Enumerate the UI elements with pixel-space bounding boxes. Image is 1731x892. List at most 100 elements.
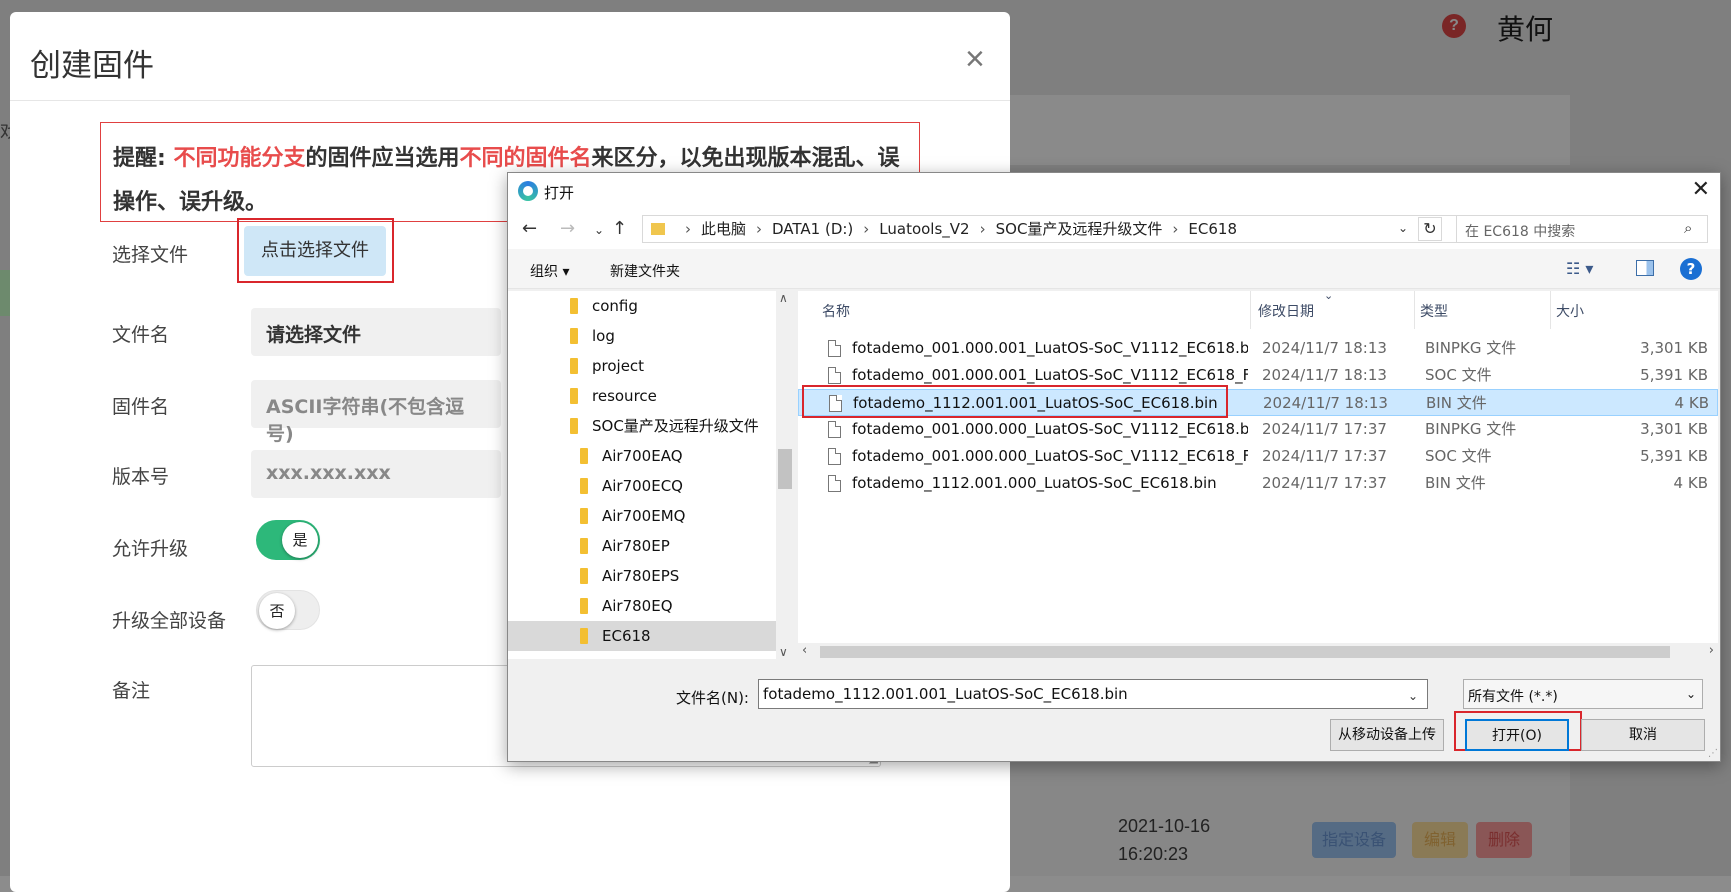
breadcrumb-item[interactable]: Luatools_V2 — [879, 220, 969, 238]
nav-tree-label: log — [592, 327, 615, 345]
view-options-icon[interactable]: ☷ ▾ — [1566, 259, 1593, 278]
nav-tree-item[interactable]: EC618 — [508, 621, 776, 651]
allow-upgrade-toggle[interactable]: 是 — [256, 520, 320, 560]
breadcrumb-item[interactable]: EC618 — [1188, 220, 1237, 238]
nav-tree-item[interactable]: Air780EPS — [508, 561, 679, 591]
forward-arrow-icon[interactable]: → — [560, 218, 575, 239]
column-size-header[interactable]: 大小 — [1556, 301, 1584, 321]
nav-tree-label: Air780EP — [602, 537, 670, 555]
help-icon[interactable]: ? — [1442, 14, 1466, 38]
chevron-down-icon[interactable]: ⌄ — [594, 223, 604, 237]
file-type: BINPKG 文件 — [1425, 339, 1517, 357]
folder-icon — [570, 388, 578, 404]
folder-icon — [580, 628, 588, 644]
search-icon[interactable]: ⌕ — [1684, 219, 1714, 237]
address-bar[interactable]: › 此电脑 › DATA1 (D:) › Luatools_V2 › SOC量产及远程升级文件… — [642, 215, 1548, 243]
file-date: 2024/11/7 17:37 — [1262, 447, 1387, 465]
organize-menu[interactable]: 组织 ▾ — [530, 261, 569, 281]
nav-tree-item[interactable]: project — [508, 351, 644, 381]
upload-from-device-button[interactable]: 从移动设备上传 — [1330, 719, 1444, 751]
close-icon[interactable]: × — [965, 42, 985, 76]
file-icon — [828, 448, 841, 465]
filename-input[interactable]: fotademo_1112.001.001_LuatOS-SoC_EC618.b… — [758, 679, 1428, 709]
nav-tree-item[interactable]: Air700EMQ — [508, 501, 685, 531]
help-icon[interactable]: ? — [1680, 258, 1702, 280]
breadcrumb-item[interactable]: DATA1 (D:) — [772, 220, 853, 238]
dialog-toolbar: 组织 ▾ 新建文件夹 ☷ ▾ ? — [508, 249, 1720, 289]
column-type-header[interactable]: 类型 — [1420, 301, 1448, 321]
file-name-field[interactable]: 请选择文件 — [251, 308, 501, 356]
nav-tree-item[interactable]: Air700ECQ — [508, 471, 683, 501]
column-name-header[interactable]: 名称 — [822, 301, 850, 321]
column-date-header[interactable]: 修改日期 — [1258, 301, 1314, 321]
up-arrow-icon[interactable]: ↑ — [612, 218, 627, 239]
close-icon[interactable]: ✕ — [1692, 177, 1710, 202]
refresh-icon[interactable]: ↻ — [1418, 217, 1442, 241]
upgrade-all-toggle[interactable]: 否 — [256, 590, 320, 630]
scrollbar-thumb[interactable] — [820, 646, 1670, 658]
file-row[interactable]: fotademo_001.000.001_LuatOS-SoC_V1112_EC… — [798, 335, 1718, 362]
firmware-name-label: 固件名 — [112, 396, 170, 418]
back-arrow-icon[interactable]: ← — [522, 218, 537, 239]
file-row[interactable]: fotademo_001.000.000_LuatOS-SoC_V1112_EC… — [798, 443, 1718, 470]
resize-grip-icon[interactable]: ⋰ — [1708, 748, 1718, 759]
file-date: 2024/11/7 18:13 — [1262, 339, 1387, 357]
chevron-down-icon[interactable]: ⌄ — [1408, 689, 1418, 703]
address-dropdown-icon[interactable]: ⌄ — [1398, 221, 1408, 235]
open-button[interactable]: 打开(O) — [1465, 719, 1569, 751]
nav-tree-item[interactable]: log — [508, 321, 615, 351]
version-input[interactable]: xxx.xxx.xxx — [251, 450, 501, 498]
row-date: 2021-10-16 16:20:23 — [1118, 816, 1211, 864]
file-size: 3,301 KB — [1640, 420, 1708, 438]
file-row[interactable]: fotademo_1112.001.000_LuatOS-SoC_EC618.b… — [798, 470, 1718, 497]
new-folder-button[interactable]: 新建文件夹 — [610, 261, 680, 281]
file-name: fotademo_001.000.000_LuatOS-SoC_V1112_EC… — [852, 447, 1248, 465]
allow-upgrade-label: 允许升级 — [112, 538, 189, 560]
preview-pane-icon[interactable] — [1636, 260, 1654, 276]
breadcrumb-item[interactable]: SOC量产及远程升级文件 — [996, 220, 1163, 238]
search-input[interactable]: 在 EC618 中搜索 — [1456, 215, 1708, 243]
navigation-pane: config log project resource SOC量产及远程升级文件 Air7… — [508, 291, 776, 659]
nav-tree-label: Air700EAQ — [602, 447, 683, 465]
nav-tree-label: config — [592, 297, 638, 315]
file-list-pane: 名称 修改日期 ⌄ 类型 大小 fotademo_001.000.001_Lua… — [798, 289, 1718, 659]
nav-tree-label: EC618 — [602, 627, 651, 645]
nav-tree-item[interactable]: Air780EP — [508, 531, 670, 561]
nav-tree-item[interactable]: Air780EQ — [508, 591, 673, 621]
edit-button[interactable]: 编辑 — [1412, 822, 1468, 858]
warning-text: 的固件应当选用 — [305, 146, 460, 171]
breadcrumb-item[interactable]: 此电脑 — [701, 220, 746, 238]
background-panel — [1010, 95, 1570, 165]
chevron-up-icon[interactable]: ∧ — [779, 291, 788, 305]
filetype-select[interactable]: 所有文件 (*.*) ⌄ — [1463, 679, 1703, 709]
select-file-button[interactable]: 点击选择文件 — [244, 226, 386, 276]
chevron-right-icon[interactable]: › — [1709, 643, 1714, 658]
folder-icon — [580, 478, 588, 494]
dialog-titlebar: 打开 ✕ — [508, 173, 1720, 209]
file-type: BIN 文件 — [1426, 394, 1487, 412]
firmware-name-input[interactable]: ASCII字符串(不包含逗号) — [251, 380, 501, 445]
nav-tree-item[interactable]: SOC量产及远程升级文件 — [508, 411, 759, 441]
navigation-scrollbar[interactable]: ∧ ∨ — [776, 291, 794, 659]
user-name[interactable]: 黄何 — [1497, 8, 1553, 48]
warning-highlight-branch: 不同功能分支 — [173, 146, 306, 171]
file-size: 5,391 KB — [1640, 447, 1708, 465]
folder-icon — [570, 418, 578, 434]
chevron-left-icon[interactable]: ‹ — [802, 643, 807, 658]
cancel-button[interactable]: 取消 — [1581, 719, 1705, 751]
assign-device-button[interactable]: 指定设备 — [1312, 822, 1396, 858]
nav-tree-item[interactable]: config — [508, 291, 638, 321]
scrollbar-thumb[interactable] — [778, 449, 792, 489]
chevron-down-icon[interactable]: ∨ — [779, 645, 788, 659]
edge-browser-icon — [518, 181, 538, 201]
nav-tree-item[interactable]: resource — [508, 381, 657, 411]
nav-tree-item[interactable]: Air700EAQ — [508, 441, 683, 471]
file-size: 4 KB — [1674, 394, 1709, 412]
divider — [10, 100, 1010, 101]
file-icon — [828, 367, 841, 384]
remark-label: 备注 — [112, 680, 151, 702]
horizontal-scrollbar[interactable]: ‹ › — [798, 643, 1718, 661]
filetype-value: 所有文件 (*.*) — [1468, 689, 1558, 705]
delete-button[interactable]: 删除 — [1476, 822, 1532, 858]
file-row[interactable]: fotademo_001.000.000_LuatOS-SoC_V1112_EC… — [798, 416, 1718, 443]
